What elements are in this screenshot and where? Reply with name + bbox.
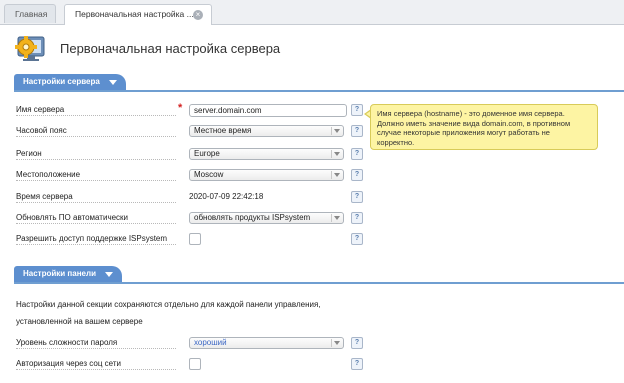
timezone-select[interactable]: Местное время (189, 125, 344, 137)
dotted-leader (16, 180, 176, 181)
auto-update-select[interactable]: обновлять продукты ISPsystem (189, 212, 344, 224)
panel-note-line1: Настройки данной секции сохраняются отде… (16, 300, 321, 309)
select-divider (331, 339, 332, 347)
hostname-input[interactable] (189, 104, 347, 117)
select-divider (331, 127, 332, 135)
chevron-down-icon (105, 272, 113, 277)
row-location: Местоположение Moscow ? (16, 169, 366, 183)
help-icon[interactable]: ? (351, 125, 363, 137)
social-auth-label: Авторизация через соц сети (16, 359, 121, 368)
page-title: Первоначальная настройка сервера (60, 41, 281, 56)
tab-home[interactable]: Главная (4, 4, 56, 23)
section-panel-toggle[interactable]: Настройки панели (14, 266, 122, 282)
row-timezone: Часовой пояс Местное время ? (16, 125, 366, 139)
select-divider (331, 150, 332, 158)
tab-initial-setup-label: Первоначальная настройка ... (75, 9, 194, 19)
location-label: Местоположение (16, 170, 81, 179)
dotted-leader (16, 223, 176, 224)
section-panel-settings: Настройки панели (14, 266, 624, 284)
close-icon[interactable]: × (193, 10, 203, 20)
section-panel-title: Настройки панели (23, 269, 96, 278)
help-icon[interactable]: ? (351, 212, 363, 224)
region-select[interactable]: Europe (189, 148, 344, 160)
row-server-time: Время сервера 2020-07-09 22:42:18 ? (16, 191, 366, 205)
chevron-down-icon (334, 341, 340, 345)
region-value: Europe (194, 149, 220, 158)
timezone-label: Часовой пояс (16, 126, 67, 135)
hostname-label: Имя сервера (16, 105, 65, 114)
select-divider (331, 171, 332, 179)
row-hostname: Имя сервера * ? (16, 102, 366, 118)
chevron-down-icon (334, 216, 340, 220)
location-value: Moscow (194, 170, 224, 179)
row-auto-update: Обновлять ПО автоматически обновлять про… (16, 212, 366, 226)
timezone-value: Местное время (194, 126, 252, 135)
dotted-leader (16, 348, 176, 349)
auto-update-value: обновлять продукты ISPsystem (194, 213, 311, 222)
server-time-value: 2020-07-09 22:42:18 (189, 192, 264, 201)
tooltip-line: Должно иметь значение вида domain.com, в… (377, 118, 571, 128)
chevron-down-icon (334, 129, 340, 133)
dotted-leader (16, 202, 176, 203)
chevron-down-icon (108, 80, 117, 85)
tooltip-line: случае некоторые приложения могут работа… (377, 128, 550, 137)
help-icon[interactable]: ? (351, 104, 363, 116)
row-password-strength: Уровень сложности пароля хороший ? (16, 337, 366, 351)
dotted-leader (16, 369, 176, 370)
tab-bar: Главная Первоначальная настройка ... × (0, 0, 624, 25)
panel-note-line2: установленной на вашем сервере (16, 317, 143, 326)
support-access-checkbox[interactable] (189, 233, 201, 245)
tooltip-line: Имя сервера (hostname) - это доменное им… (377, 109, 565, 118)
select-divider (331, 214, 332, 222)
help-icon[interactable]: ? (351, 358, 363, 370)
dotted-leader (16, 115, 176, 116)
help-icon[interactable]: ? (351, 337, 363, 349)
password-strength-value: хороший (194, 338, 227, 347)
hostname-tooltip: Имя сервера (hostname) - это доменное им… (370, 104, 598, 150)
auto-update-label: Обновлять ПО автоматически (16, 213, 129, 222)
help-icon[interactable]: ? (351, 191, 363, 203)
section-server-title: Настройки сервера (23, 77, 100, 86)
tab-initial-setup[interactable]: Первоначальная настройка ... × (64, 4, 212, 25)
required-marker: * (178, 102, 183, 114)
section-server-toggle[interactable]: Настройки сервера (14, 74, 126, 90)
tooltip-line: корректно. (377, 137, 415, 147)
password-strength-select[interactable]: хороший (189, 337, 344, 349)
region-label: Регион (16, 149, 42, 158)
dotted-leader (16, 136, 176, 137)
server-time-label: Время сервера (16, 192, 73, 201)
location-select[interactable]: Moscow (189, 169, 344, 181)
chevron-down-icon (334, 152, 340, 156)
support-access-label: Разрешить доступ поддержке ISPsystem (16, 234, 168, 243)
row-region: Регион Europe ? (16, 148, 366, 162)
gear-monitor-icon (15, 36, 45, 61)
help-icon[interactable]: ? (351, 233, 363, 245)
section-server-settings: Настройки сервера (14, 74, 624, 92)
dotted-leader (16, 244, 176, 245)
help-icon[interactable]: ? (351, 169, 363, 181)
row-support-access: Разрешить доступ поддержке ISPsystem ? (16, 233, 366, 247)
help-icon[interactable]: ? (351, 148, 363, 160)
dotted-leader (16, 159, 176, 160)
password-strength-label: Уровень сложности пароля (16, 338, 118, 347)
row-social-auth: Авторизация через соц сети ? (16, 358, 366, 372)
social-auth-checkbox[interactable] (189, 358, 201, 370)
chevron-down-icon (334, 173, 340, 177)
